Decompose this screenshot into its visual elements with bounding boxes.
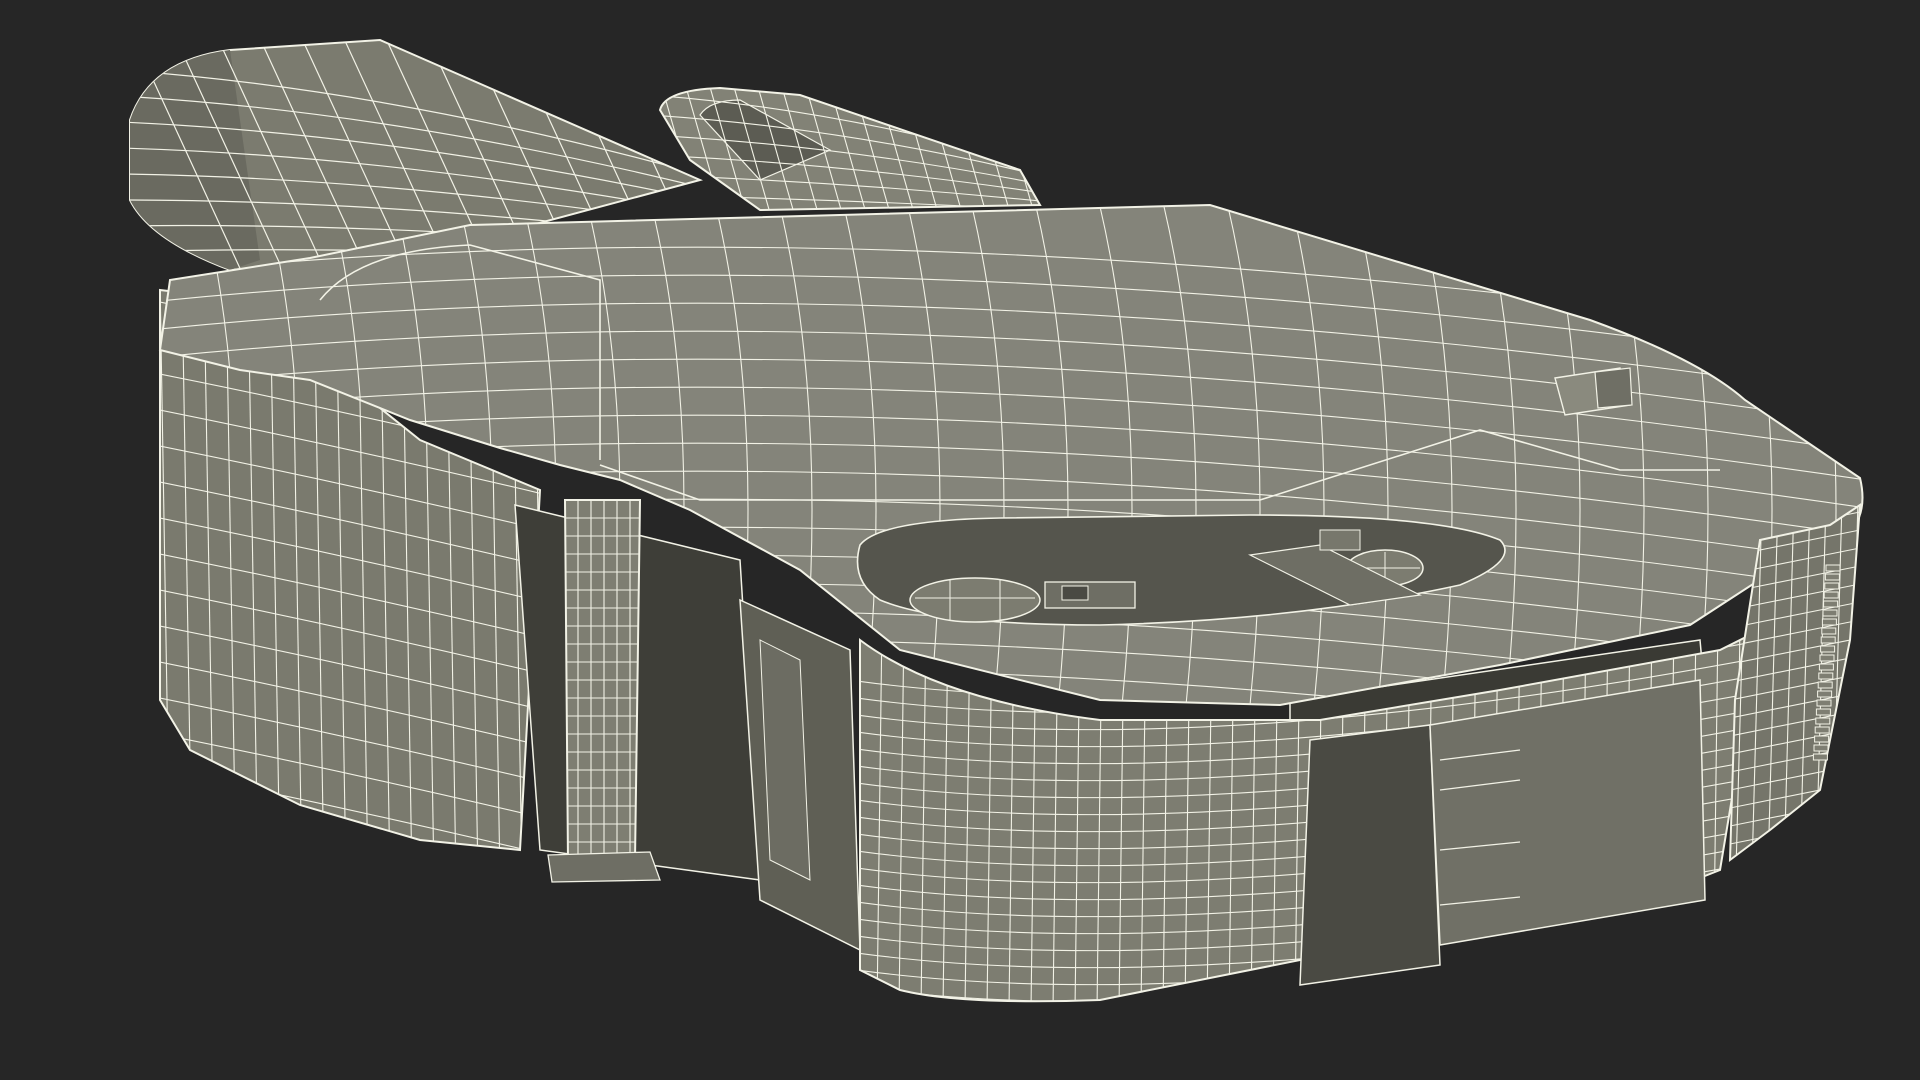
ratchet-tooth <box>1816 699 1832 707</box>
ratchet-tooth <box>1819 654 1835 662</box>
ratchet-tooth <box>1818 672 1834 680</box>
trigger-lever <box>658 86 1042 212</box>
ratchet-tooth <box>1824 573 1840 581</box>
ratchet-tooth <box>1823 591 1839 599</box>
ratchet-tooth <box>1820 645 1836 653</box>
ratchet-tooth <box>1817 690 1833 698</box>
ratchet-tooth <box>1820 636 1836 644</box>
ratchet-tooth <box>1824 582 1840 590</box>
ratchet-tooth <box>1821 618 1837 626</box>
ratchet-tooth <box>1821 627 1837 635</box>
ratchet-tooth <box>1823 600 1839 608</box>
ratchet-tooth <box>1814 735 1830 743</box>
render-viewport <box>0 0 1920 1080</box>
ratchet-tooth <box>1818 663 1834 671</box>
ratchet-tooth <box>1814 726 1830 734</box>
ratchet-tooth <box>1812 753 1828 761</box>
ratchet-tooth <box>1815 708 1831 716</box>
ratchet-tooth <box>1817 681 1833 689</box>
ratchet-tooth <box>1813 744 1829 752</box>
ratchet-tooth <box>1815 717 1831 725</box>
labeler-3d-model <box>129 38 1864 1003</box>
ratchet-tooth <box>1822 609 1838 617</box>
ratchet-tooth <box>1825 564 1841 572</box>
